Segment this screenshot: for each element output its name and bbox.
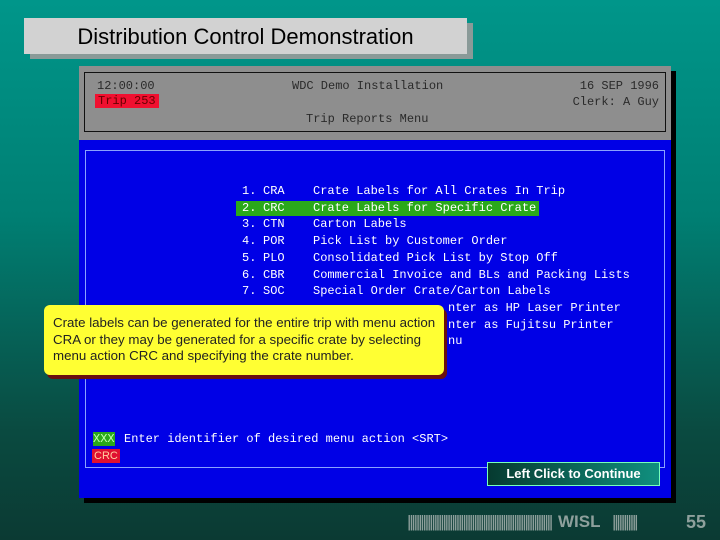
menu-item-code: CTN [263, 217, 285, 232]
menu-item-number: 4. [242, 234, 257, 249]
page-number: 55 [686, 512, 707, 532]
menu-action-input[interactable]: CRC [92, 449, 120, 463]
footer-brand: WISL [558, 512, 601, 531]
menu-item-partial[interactable]: nter as HP Laser Printer [448, 301, 621, 316]
menu-item-code: PLO [263, 250, 285, 265]
menu-item-number: 6. [242, 267, 257, 282]
menu-title: Trip Reports Menu [306, 112, 429, 126]
menu-item-partial[interactable]: nu [448, 334, 462, 349]
menu-item-code: CRA [263, 184, 285, 198]
clerk: Clerk: A Guy [572, 95, 659, 109]
menu-item-number: 5. [242, 250, 257, 265]
footer-bars-left: ||||||||||||||||||||||||||||||||||||||||… [407, 512, 552, 531]
menu-item-label: Crate Labels for All Crates In Trip [313, 184, 566, 198]
footer-bars-right: ||||||||||| [612, 512, 639, 531]
date: 16 SEP 1996 [579, 79, 659, 93]
prompt-text: Enter identifier of desired menu action … [124, 432, 449, 446]
clock: 12:00:00 [97, 79, 155, 93]
menu-item-label: Pick List by Customer Order [313, 234, 508, 249]
slide-title: Distribution Control Demonstration [24, 18, 467, 54]
menu-item-label: Special Order Crate/Carton Labels [313, 284, 551, 299]
menu-item-label: Consolidated Pick List by Stop Off [313, 250, 558, 265]
menu-item-code: CBR [263, 267, 285, 282]
menu-item-label: Carton Labels [313, 217, 407, 232]
trip-badge: Trip 253 [95, 94, 159, 108]
menu-item-code: CRC [263, 200, 285, 215]
menu-item-partial[interactable]: nter as Fujitsu Printer [448, 318, 614, 333]
menu-item-number: 1. [242, 184, 257, 198]
menu-item-number: 3. [242, 217, 257, 232]
menu-item-number: 2. [242, 200, 257, 215]
prompt-field-marker: XXX [93, 432, 115, 446]
explanation-callout: Crate labels can be generated for the en… [44, 305, 444, 375]
menu-item-crc[interactable]: 2. CRC Crate Labels for Specific Crate [236, 200, 539, 216]
menu-item-label: Commercial Invoice and BLs and Packing L… [313, 267, 630, 282]
menu-item-number: 7. [242, 284, 257, 299]
menu-item-label: Crate Labels for Specific Crate [313, 200, 537, 215]
menu-item-code: SOC [263, 284, 285, 299]
continue-button[interactable]: Left Click to Continue [487, 462, 660, 486]
menu-item-code: POR [263, 234, 285, 249]
installation-name: WDC Demo Installation [292, 79, 444, 93]
